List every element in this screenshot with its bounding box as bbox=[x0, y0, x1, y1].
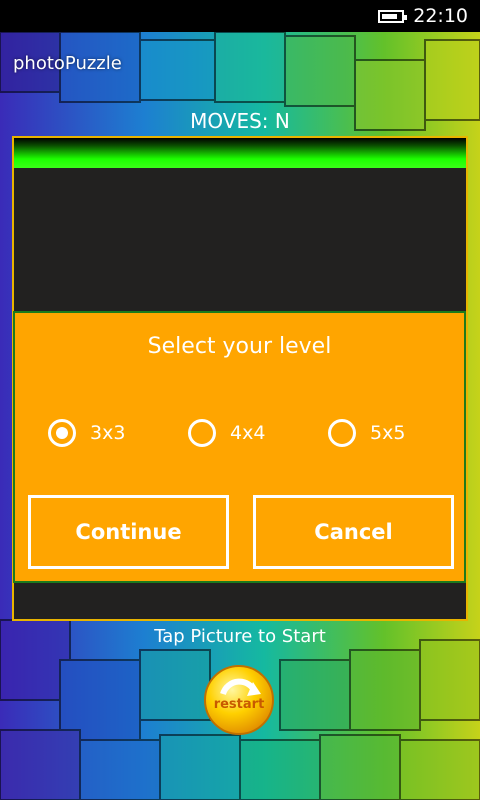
moves-counter: MOVES: N bbox=[0, 109, 480, 133]
status-time: 22:10 bbox=[413, 5, 468, 27]
radio-dot bbox=[56, 427, 68, 439]
radio-label: 3x3 bbox=[90, 422, 126, 444]
radio-option-3x3[interactable]: 3x3 bbox=[48, 416, 125, 450]
start-hint: Tap Picture to Start bbox=[154, 626, 326, 647]
radio-label: 5x5 bbox=[370, 422, 406, 444]
radio-option-5x5[interactable]: 5x5 bbox=[328, 416, 405, 450]
radio-selected-icon[interactable] bbox=[48, 419, 76, 447]
radio-unselected-icon[interactable] bbox=[328, 419, 356, 447]
level-select-dialog: Select your level 3x3 4x4 5x5 Continue C… bbox=[13, 311, 466, 583]
radio-unselected-icon[interactable] bbox=[188, 419, 216, 447]
continue-button[interactable]: Continue bbox=[28, 495, 229, 569]
status-bar: 22:10 bbox=[0, 0, 480, 32]
restart-label: restart bbox=[214, 697, 265, 712]
dialog-title: Select your level bbox=[147, 334, 332, 359]
board-header-bar bbox=[14, 138, 466, 168]
battery-icon bbox=[378, 10, 407, 23]
battery-fill bbox=[382, 14, 397, 19]
moves-label: MOVES: N bbox=[190, 109, 290, 133]
cancel-button[interactable]: Cancel bbox=[253, 495, 454, 569]
restart-button[interactable]: restart bbox=[203, 664, 275, 736]
radio-option-4x4[interactable]: 4x4 bbox=[188, 416, 265, 450]
app-title: photoPuzzle bbox=[13, 53, 122, 74]
radio-label: 4x4 bbox=[230, 422, 266, 444]
